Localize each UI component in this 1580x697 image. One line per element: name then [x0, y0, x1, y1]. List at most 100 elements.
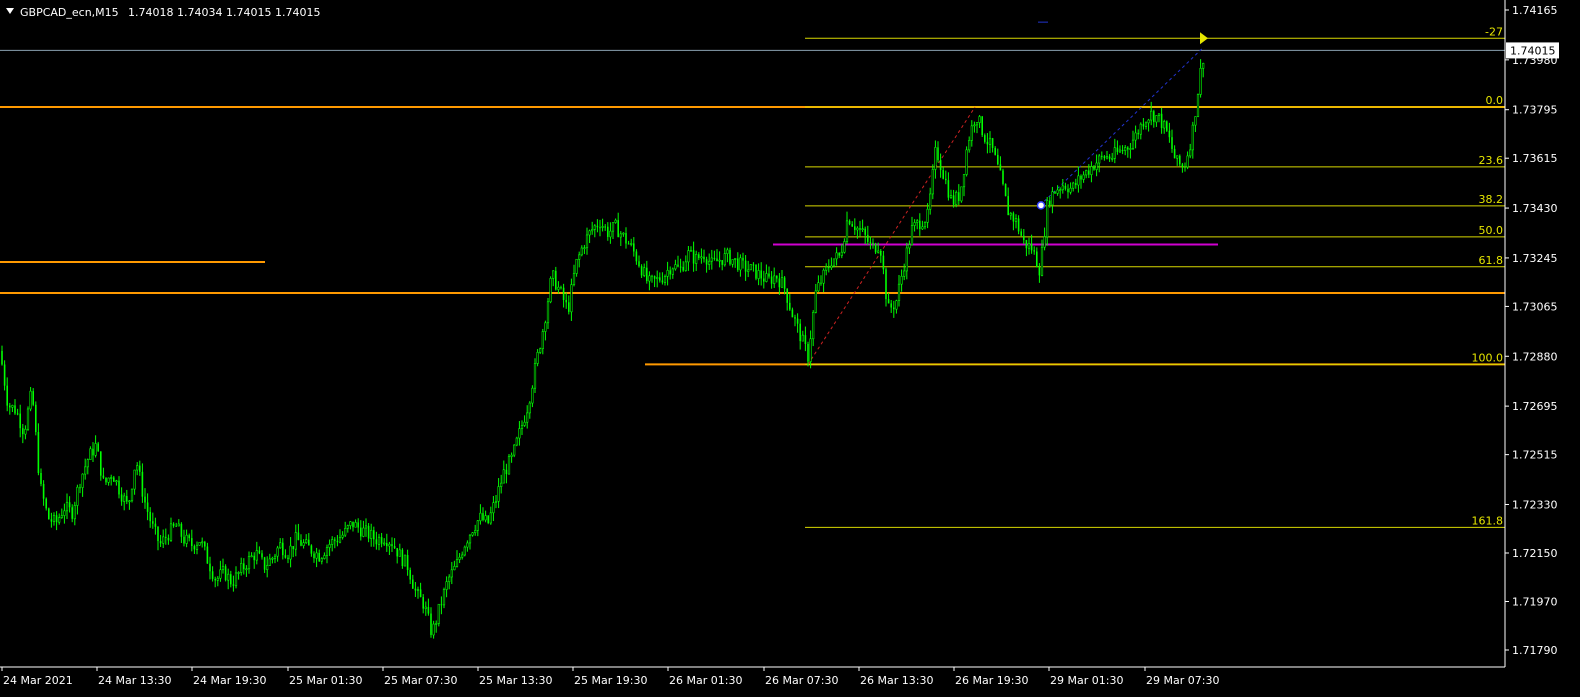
candle — [328, 539, 331, 556]
candle — [1064, 182, 1067, 191]
candle-body — [435, 623, 438, 625]
arrow-marker-icon[interactable] — [1200, 32, 1208, 45]
candle-body — [169, 523, 173, 541]
candle — [497, 478, 500, 509]
candle — [721, 260, 723, 271]
candle — [48, 507, 50, 520]
collapse-triangle-icon[interactable] — [6, 8, 14, 14]
candle-body — [729, 249, 731, 265]
price-tick-label: 1.73615 — [1512, 152, 1558, 165]
candle-body — [674, 264, 677, 270]
candle — [646, 260, 648, 284]
candle-body — [100, 451, 102, 476]
candle-body — [1069, 187, 1072, 193]
candle-body — [546, 301, 550, 324]
candle-body — [947, 180, 950, 198]
price-tick-label: 1.72515 — [1512, 449, 1558, 462]
candle — [1038, 263, 1041, 283]
chart-window[interactable]: -27 0.0 23.6 38.2 50.0 61.8 100.0 161.8 1.74165… — [0, 0, 1580, 697]
candle — [45, 497, 47, 511]
candle — [965, 146, 968, 177]
candle — [1144, 121, 1148, 130]
price-chart[interactable]: -27 0.0 23.6 38.2 50.0 61.8 100.0 161.8 1.74165… — [0, 0, 1580, 697]
candle-body — [406, 555, 409, 570]
candle — [154, 517, 157, 535]
candle — [687, 245, 690, 271]
candle-body — [588, 230, 591, 236]
candle — [432, 620, 435, 639]
trendline[interactable] — [807, 106, 976, 365]
candle — [100, 451, 102, 481]
candle — [97, 441, 99, 452]
candle-body — [1101, 155, 1103, 157]
candle — [760, 262, 762, 286]
candle — [1160, 107, 1163, 134]
candle — [822, 268, 825, 293]
candle — [331, 536, 334, 552]
candle-body — [814, 290, 817, 313]
candle-body — [45, 498, 47, 509]
time-tick-label: 25 Mar 01:30 — [289, 674, 362, 687]
candle — [240, 557, 243, 576]
candle — [55, 511, 58, 531]
candle-body — [466, 542, 469, 548]
candle-body — [1002, 170, 1004, 184]
candle-body — [224, 566, 227, 581]
candle-body — [482, 513, 484, 520]
candle — [271, 556, 274, 564]
candle — [445, 576, 448, 598]
candle — [162, 529, 165, 549]
candle-body — [809, 338, 812, 362]
candle — [58, 513, 61, 525]
candle — [921, 220, 924, 230]
candle — [601, 218, 604, 232]
candle-body — [11, 405, 14, 408]
candle-body — [659, 277, 661, 281]
candle-body — [515, 437, 518, 446]
trade-marker-icon[interactable] — [1036, 201, 1046, 210]
candle-body — [105, 477, 107, 483]
candle — [978, 115, 981, 128]
candle-body — [1075, 183, 1077, 185]
candle — [489, 506, 492, 525]
price-tick-label: 1.73430 — [1512, 202, 1558, 215]
candle-body — [396, 548, 398, 557]
candle — [1137, 129, 1139, 140]
candle-body — [453, 566, 456, 571]
candle-body — [679, 266, 682, 268]
candle — [247, 551, 251, 574]
candle — [268, 553, 271, 566]
candle-body — [362, 527, 365, 537]
candle — [258, 546, 261, 555]
candle-body — [656, 277, 659, 280]
candle — [617, 212, 619, 238]
candle — [1186, 151, 1189, 170]
candle-body — [1077, 175, 1080, 186]
candle-body — [388, 543, 391, 547]
candle-body — [1160, 113, 1163, 129]
candle — [749, 264, 752, 271]
candle-body — [520, 425, 524, 429]
candle-body — [22, 428, 24, 435]
candle-body — [812, 312, 815, 340]
candle — [253, 552, 255, 569]
candle-body — [1196, 94, 1200, 117]
candle — [1017, 215, 1020, 235]
trendline[interactable] — [1039, 47, 1204, 206]
candle — [35, 401, 37, 436]
candle — [794, 314, 796, 327]
candle-body — [822, 269, 825, 284]
candle-body — [905, 247, 908, 272]
candle — [383, 538, 386, 546]
candle-body — [16, 413, 19, 415]
candle — [533, 358, 537, 394]
candle-body — [89, 448, 92, 460]
candle-body — [1043, 236, 1046, 248]
candle — [1027, 237, 1031, 255]
candle — [471, 532, 474, 537]
candle-body — [583, 247, 586, 250]
candle — [653, 275, 656, 288]
candle-body — [123, 495, 126, 502]
candle — [201, 537, 204, 548]
candle — [388, 541, 391, 556]
